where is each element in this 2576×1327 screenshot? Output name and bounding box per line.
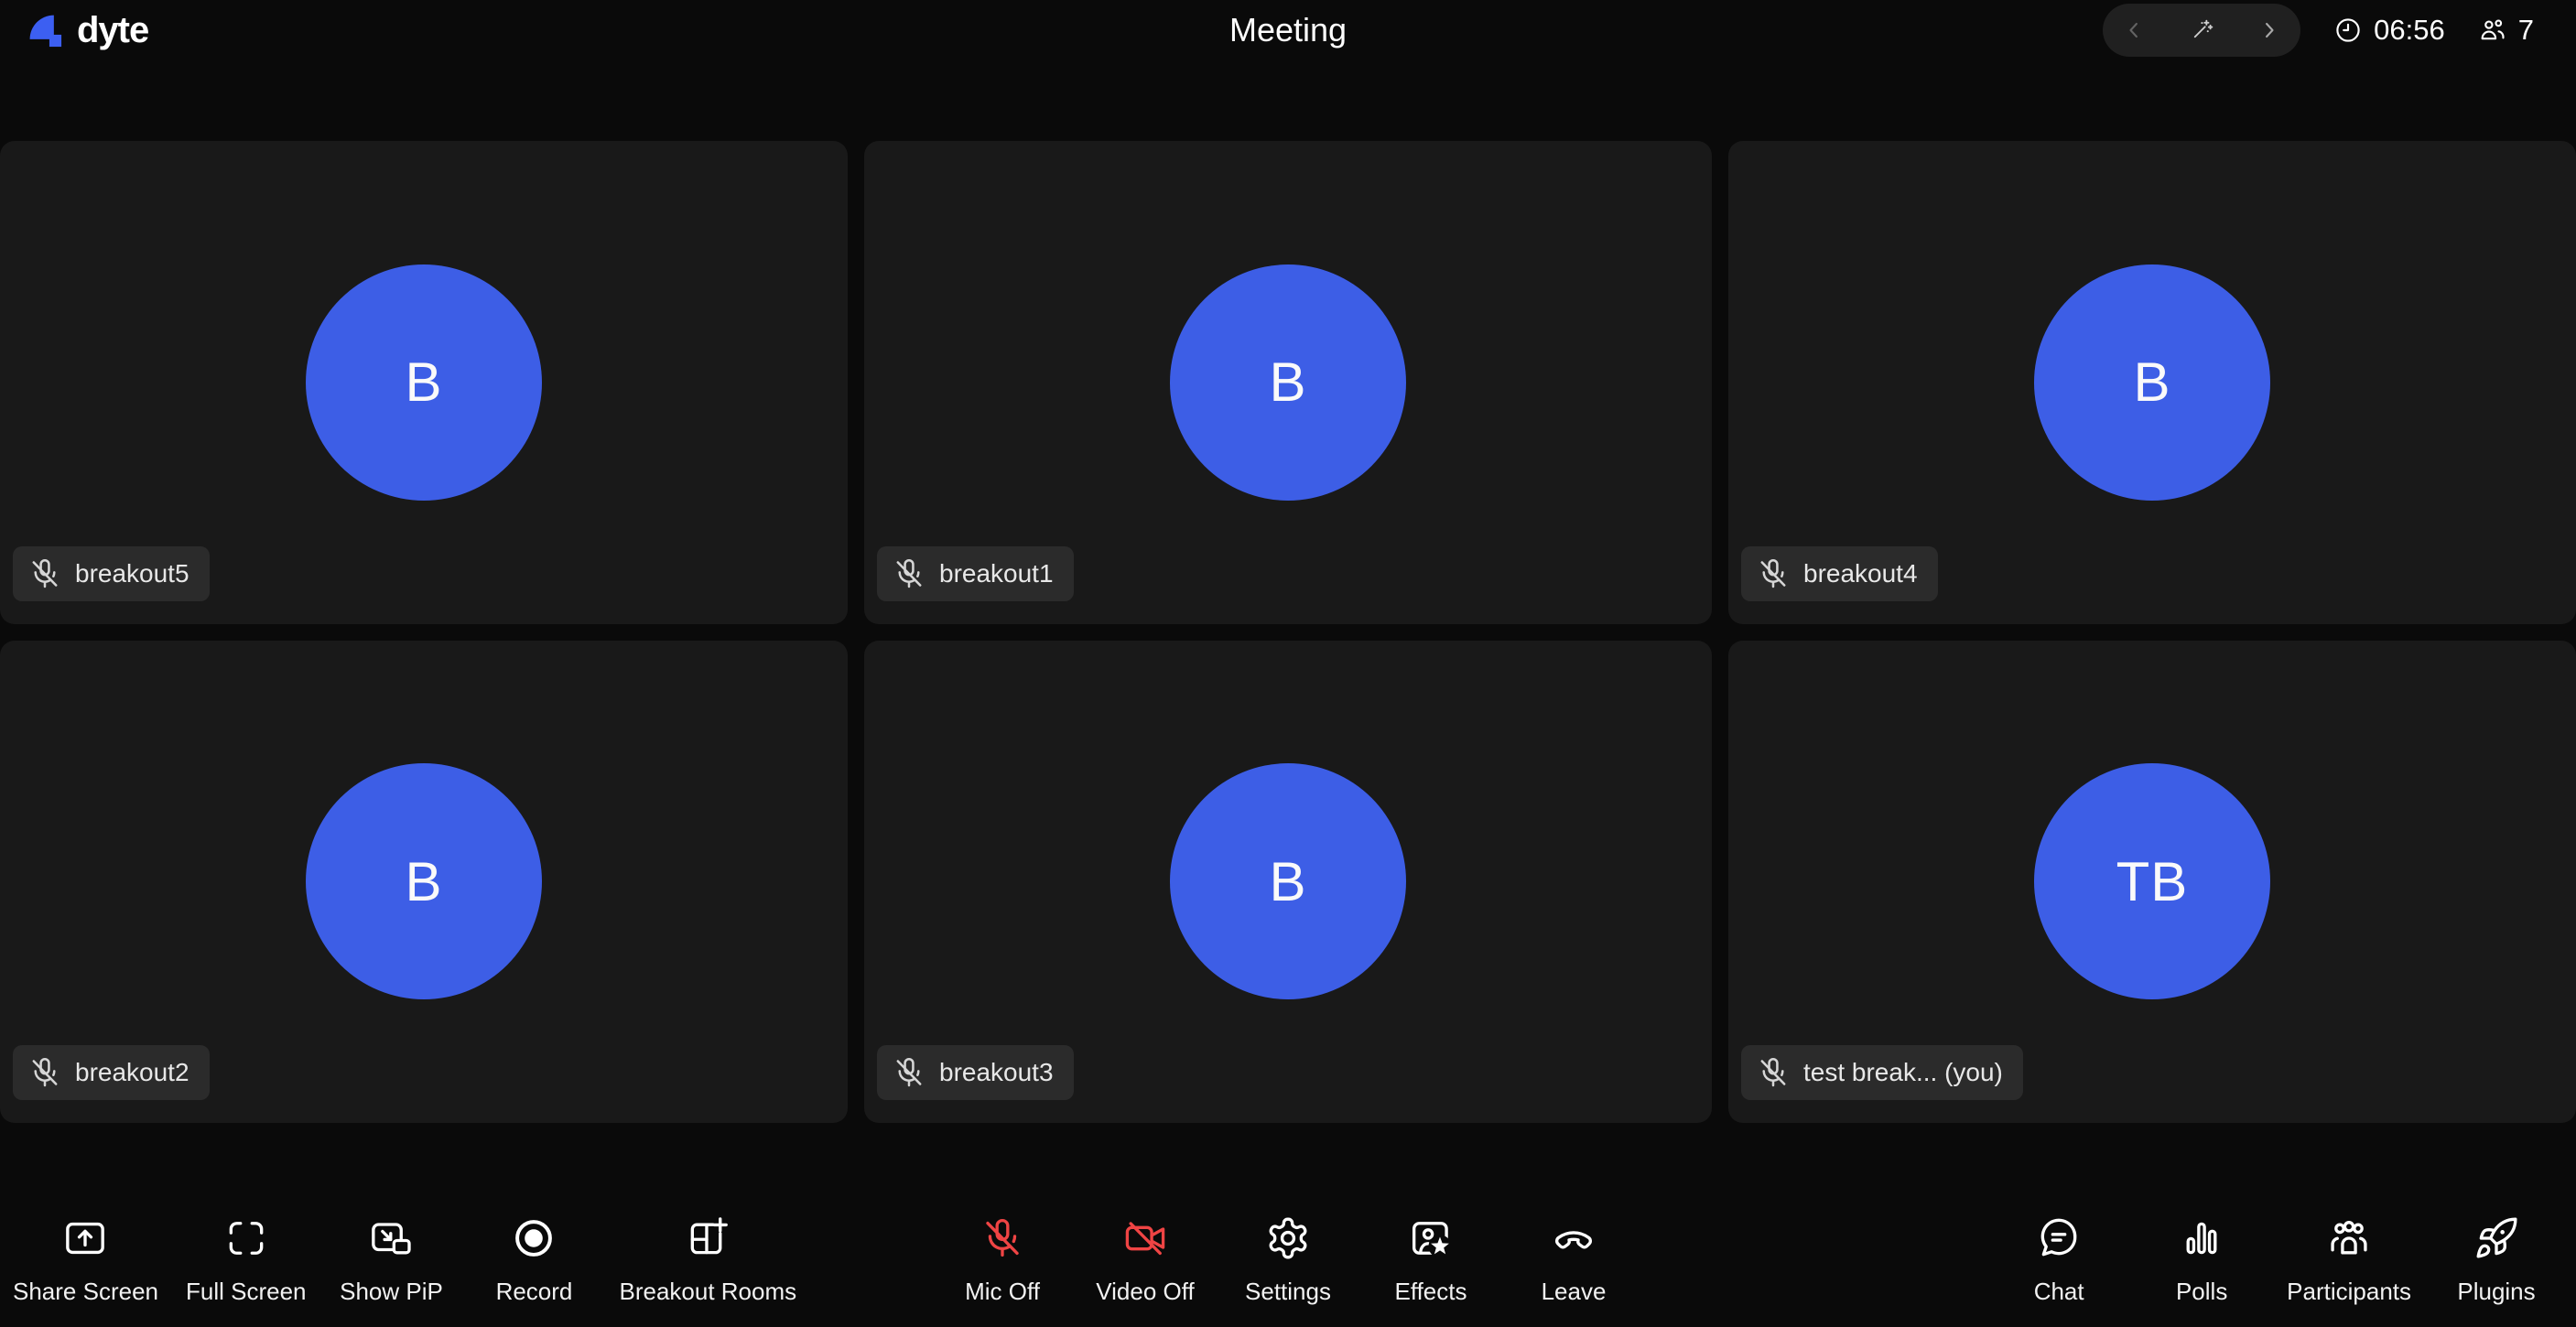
polls-button[interactable]: Polls	[2133, 1215, 2270, 1327]
participant-grid: B breakout5 B breakout1 B breakout4 B	[0, 141, 2576, 1123]
share-screen-button[interactable]: Share Screen	[2, 1215, 169, 1327]
participant-name: breakout5	[75, 559, 189, 588]
avatar-initials: TB	[2116, 850, 2189, 913]
control-label: Mic Off	[965, 1279, 1040, 1303]
participant-name-pill: breakout4	[1741, 546, 1938, 601]
participant-name: breakout4	[1803, 559, 1918, 588]
participant-tile[interactable]: B breakout1	[864, 141, 1712, 624]
mic-off-icon	[892, 1055, 926, 1090]
control-label: Settings	[1245, 1279, 1331, 1303]
header: dyte Meeting	[0, 0, 2576, 60]
mic-off-icon	[892, 556, 926, 591]
clock-icon	[2333, 16, 2363, 45]
avatar-initials: B	[2133, 351, 2170, 414]
control-label: Effects	[1394, 1279, 1467, 1303]
chevron-left-icon[interactable]	[2121, 17, 2147, 43]
timer-value: 06:56	[2374, 14, 2445, 47]
mic-off-button[interactable]: Mic Off	[934, 1215, 1071, 1327]
leave-button[interactable]: Leave	[1505, 1215, 1642, 1327]
picture-in-picture-icon	[368, 1215, 414, 1261]
magic-wand-icon[interactable]	[2189, 17, 2214, 43]
full-screen-button[interactable]: Full Screen	[175, 1215, 318, 1327]
avatar-initials: B	[405, 351, 442, 414]
grid-pagination-pill	[2103, 4, 2300, 57]
show-pip-button[interactable]: Show PiP	[322, 1215, 460, 1327]
dyte-logo-icon	[24, 9, 66, 51]
avatar: B	[1170, 264, 1406, 501]
control-label: Share Screen	[13, 1279, 158, 1303]
participant-tile[interactable]: B breakout3	[864, 641, 1712, 1124]
mic-off-icon	[27, 556, 62, 591]
avatar: B	[306, 264, 542, 501]
avatar: TB	[2034, 763, 2270, 999]
participant-tile[interactable]: B breakout5	[0, 141, 848, 624]
participant-count: 7	[2518, 14, 2534, 47]
participant-name-pill: breakout3	[877, 1045, 1074, 1100]
chevron-right-icon[interactable]	[2257, 17, 2282, 43]
plugins-button[interactable]: Plugins	[2428, 1215, 2565, 1327]
breakout-rooms-icon	[685, 1215, 731, 1261]
polls-icon	[2179, 1215, 2224, 1261]
effects-button[interactable]: Effects	[1362, 1215, 1499, 1327]
mic-off-icon	[1756, 1055, 1791, 1090]
control-group-right: Chat Polls Participants	[1990, 1215, 2565, 1327]
participant-name-pill: breakout5	[13, 546, 210, 601]
control-group-center: Mic Off Video Off Settings	[934, 1215, 1642, 1327]
meeting-timer: 06:56	[2333, 14, 2445, 47]
avatar: B	[1170, 763, 1406, 999]
dyte-logo: dyte	[24, 9, 148, 51]
leave-call-icon	[1551, 1215, 1596, 1261]
record-icon	[511, 1215, 557, 1261]
mic-off-icon	[1756, 556, 1791, 591]
meeting-app: dyte Meeting	[0, 0, 2576, 1327]
control-label: Plugins	[2457, 1279, 2535, 1303]
control-group-left: Share Screen Full Screen Show PiP	[2, 1215, 807, 1327]
control-label: Chat	[2034, 1279, 2084, 1303]
header-right: 06:56 7	[2103, 4, 2534, 57]
control-label: Full Screen	[186, 1279, 307, 1303]
participants-icon	[2326, 1215, 2372, 1261]
control-label: Polls	[2176, 1279, 2227, 1303]
participant-tile[interactable]: B breakout2	[0, 641, 848, 1124]
participant-tile[interactable]: B breakout4	[1728, 141, 2576, 624]
participant-counter: 7	[2478, 14, 2534, 47]
participant-name: breakout3	[939, 1058, 1054, 1087]
avatar: B	[2034, 264, 2270, 501]
control-label: Show PiP	[340, 1279, 443, 1303]
control-label: Leave	[1542, 1279, 1607, 1303]
avatar-initials: B	[405, 850, 442, 913]
logo-text: dyte	[77, 10, 148, 51]
control-label: Breakout Rooms	[619, 1279, 796, 1303]
participant-name: test break... (you)	[1803, 1058, 2003, 1087]
settings-button[interactable]: Settings	[1219, 1215, 1357, 1327]
mic-off-icon	[27, 1055, 62, 1090]
participant-name: breakout2	[75, 1058, 189, 1087]
rocket-icon	[2473, 1215, 2519, 1261]
mic-off-icon	[980, 1215, 1025, 1261]
participants-count-icon	[2478, 16, 2507, 45]
avatar-initials: B	[1269, 850, 1306, 913]
control-bar: Share Screen Full Screen Show PiP	[0, 1190, 2576, 1327]
participant-name-pill: test break... (you)	[1741, 1045, 2023, 1100]
chat-button[interactable]: Chat	[1990, 1215, 2127, 1327]
participants-button[interactable]: Participants	[2276, 1215, 2422, 1327]
participant-tile-self[interactable]: TB test break... (you)	[1728, 641, 2576, 1124]
video-off-icon	[1122, 1215, 1168, 1261]
full-screen-icon	[223, 1215, 269, 1261]
avatar-initials: B	[1269, 351, 1306, 414]
effects-icon	[1408, 1215, 1454, 1261]
avatar: B	[306, 763, 542, 999]
control-label: Video Off	[1096, 1279, 1194, 1303]
breakout-rooms-button[interactable]: Breakout Rooms	[608, 1215, 807, 1327]
video-off-button[interactable]: Video Off	[1077, 1215, 1214, 1327]
control-label: Participants	[2287, 1279, 2411, 1303]
control-label: Record	[496, 1279, 573, 1303]
chat-icon	[2036, 1215, 2082, 1261]
participant-name-pill: breakout2	[13, 1045, 210, 1100]
participant-name-pill: breakout1	[877, 546, 1074, 601]
share-screen-icon	[62, 1215, 108, 1261]
record-button[interactable]: Record	[465, 1215, 602, 1327]
participant-name: breakout1	[939, 559, 1054, 588]
gear-icon	[1265, 1215, 1311, 1261]
